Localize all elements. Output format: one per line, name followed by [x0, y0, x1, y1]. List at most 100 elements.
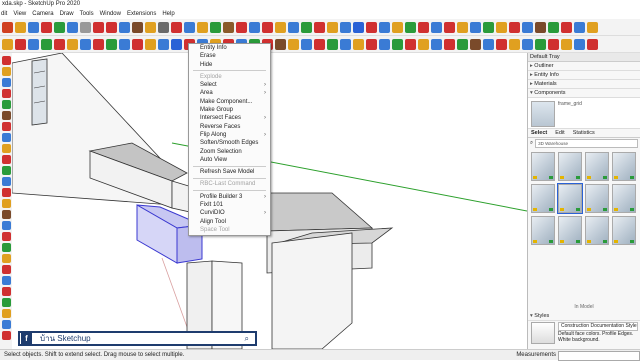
- toolbar-tool-icon[interactable]: [353, 21, 364, 33]
- toolbar-tool-icon[interactable]: [80, 21, 91, 33]
- left-tool-icon[interactable]: [1, 122, 11, 131]
- context-menu-item[interactable]: Soften/Smooth Edges: [189, 139, 270, 147]
- menu-item[interactable]: Camera: [32, 9, 53, 19]
- context-menu-item[interactable]: CurviDIO: [189, 209, 270, 218]
- section-materials[interactable]: Materials: [528, 80, 640, 89]
- toolbar-tool-icon[interactable]: [483, 21, 494, 33]
- menu-item[interactable]: Help: [162, 9, 174, 19]
- tab-edit[interactable]: Edit: [555, 129, 564, 137]
- toolbar-tool-icon[interactable]: [418, 38, 429, 50]
- toolbar-tool-icon[interactable]: [366, 21, 377, 33]
- component-thumbnail[interactable]: [612, 152, 636, 181]
- tab-select[interactable]: Select: [531, 129, 547, 137]
- toolbar-tool-icon[interactable]: [236, 21, 247, 33]
- toolbar-tool-icon[interactable]: [145, 21, 156, 33]
- toolbar-tool-icon[interactable]: [353, 38, 364, 50]
- context-menu-item[interactable]: FixIt 101: [189, 201, 270, 209]
- toolbar-tool-icon[interactable]: [119, 38, 130, 50]
- toolbar-tool-icon[interactable]: [67, 38, 78, 50]
- toolbar-tool-icon[interactable]: [15, 38, 26, 50]
- toolbar-tool-icon[interactable]: [54, 38, 65, 50]
- left-tool-icon[interactable]: [1, 155, 11, 164]
- toolbar-tool-icon[interactable]: [301, 38, 312, 50]
- section-entity-info[interactable]: Entity Info: [528, 71, 640, 80]
- left-tool-icon[interactable]: [1, 309, 11, 318]
- toolbar-tool-icon[interactable]: [288, 38, 299, 50]
- section-components[interactable]: Components: [528, 89, 640, 98]
- component-thumbnail[interactable]: [558, 216, 582, 245]
- component-thumbnail[interactable]: [558, 152, 582, 181]
- context-menu-item[interactable]: Select: [189, 81, 270, 90]
- left-tool-icon[interactable]: [1, 265, 11, 274]
- toolbar-tool-icon[interactable]: [587, 38, 598, 50]
- toolbar-tool-icon[interactable]: [444, 21, 455, 33]
- toolbar-tool-icon[interactable]: [158, 38, 169, 50]
- tab-statistics[interactable]: Statistics: [573, 129, 595, 137]
- left-tool-icon[interactable]: [1, 89, 11, 98]
- toolbar-tool-icon[interactable]: [145, 38, 156, 50]
- toolbar-tool-icon[interactable]: [535, 21, 546, 33]
- toolbar-tool-icon[interactable]: [587, 21, 598, 33]
- toolbar-tool-icon[interactable]: [28, 38, 39, 50]
- toolbar-tool-icon[interactable]: [249, 21, 260, 33]
- left-tool-icon[interactable]: [1, 298, 11, 307]
- context-menu-item[interactable]: Hide: [189, 61, 270, 69]
- toolbar-tool-icon[interactable]: [457, 38, 468, 50]
- menu-item[interactable]: dit: [1, 9, 7, 19]
- context-menu-item[interactable]: Make Component...: [189, 98, 270, 106]
- context-menu-item[interactable]: Profile Builder 3: [189, 193, 270, 202]
- menu-item[interactable]: View: [13, 9, 26, 19]
- toolbar-tool-icon[interactable]: [574, 21, 585, 33]
- toolbar-tool-icon[interactable]: [119, 21, 130, 33]
- left-tool-icon[interactable]: [1, 78, 11, 87]
- toolbar-tool-icon[interactable]: [561, 21, 572, 33]
- toolbar-tool-icon[interactable]: [431, 38, 442, 50]
- left-tool-icon[interactable]: [1, 177, 11, 186]
- left-tool-icon[interactable]: [1, 144, 11, 153]
- toolbar-tool-icon[interactable]: [171, 38, 182, 50]
- context-menu-item[interactable]: Erase: [189, 52, 270, 60]
- left-tool-icon[interactable]: [1, 166, 11, 175]
- toolbar-tool-icon[interactable]: [522, 38, 533, 50]
- menu-item[interactable]: Draw: [60, 9, 74, 19]
- toolbar-tool-icon[interactable]: [496, 21, 507, 33]
- toolbar-tool-icon[interactable]: [366, 38, 377, 50]
- toolbar-tool-icon[interactable]: [158, 21, 169, 33]
- toolbar-tool-icon[interactable]: [548, 21, 559, 33]
- toolbar-tool-icon[interactable]: [275, 38, 286, 50]
- toolbar-tool-icon[interactable]: [223, 21, 234, 33]
- toolbar-tool-icon[interactable]: [340, 38, 351, 50]
- toolbar-tool-icon[interactable]: [574, 38, 585, 50]
- left-tool-icon[interactable]: [1, 188, 11, 197]
- toolbar-tool-icon[interactable]: [470, 21, 481, 33]
- toolbar-tool-icon[interactable]: [2, 21, 13, 33]
- section-outliner[interactable]: Outliner: [528, 62, 640, 71]
- context-menu-item[interactable]: Auto View: [189, 156, 270, 164]
- left-tool-icon[interactable]: [1, 100, 11, 109]
- toolbar-tool-icon[interactable]: [93, 21, 104, 33]
- toolbar-tool-icon[interactable]: [93, 38, 104, 50]
- toolbar-tool-icon[interactable]: [80, 38, 91, 50]
- toolbar-tool-icon[interactable]: [509, 21, 520, 33]
- toolbar-tool-icon[interactable]: [171, 21, 182, 33]
- left-tool-icon[interactable]: [1, 67, 11, 76]
- left-tool-icon[interactable]: [1, 199, 11, 208]
- context-menu-item[interactable]: Entity Info: [189, 44, 270, 52]
- toolbar-tool-icon[interactable]: [106, 21, 117, 33]
- context-menu-item[interactable]: Reverse Faces: [189, 123, 270, 131]
- toolbar-tool-icon[interactable]: [41, 21, 52, 33]
- toolbar-tool-icon[interactable]: [379, 21, 390, 33]
- left-tool-icon[interactable]: [1, 221, 11, 230]
- toolbar-tool-icon[interactable]: [457, 21, 468, 33]
- toolbar-tool-icon[interactable]: [262, 21, 273, 33]
- toolbar-tool-icon[interactable]: [314, 21, 325, 33]
- toolbar-tool-icon[interactable]: [392, 38, 403, 50]
- left-tool-icon[interactable]: [1, 232, 11, 241]
- warehouse-search-input[interactable]: 3D Warehouse: [535, 139, 638, 148]
- context-menu-item[interactable]: Flip Along: [189, 131, 270, 140]
- component-thumbnail[interactable]: [531, 152, 555, 181]
- context-menu-item[interactable]: Area: [189, 89, 270, 98]
- context-menu-item[interactable]: Intersect Faces: [189, 114, 270, 123]
- left-tool-icon[interactable]: [1, 111, 11, 120]
- toolbar-tool-icon[interactable]: [132, 21, 143, 33]
